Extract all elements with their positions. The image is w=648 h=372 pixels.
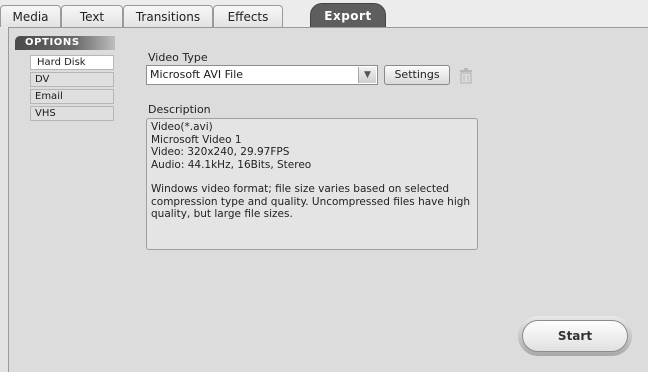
description-paragraph: Windows video format; file size varies b…	[151, 183, 471, 220]
description-line: Audio: 44.1kHz, 16Bits, Stereo	[151, 158, 312, 171]
start-label: Start	[522, 320, 628, 352]
description-line: Video: 320x240, 29.97FPS	[151, 146, 290, 158]
start-button[interactable]: Start	[518, 316, 632, 356]
chevron-down-icon[interactable]: ▼	[358, 67, 376, 83]
description-line: Video(*.avi)	[151, 121, 213, 133]
option-hard-disk[interactable]: Hard Disk	[30, 55, 114, 70]
video-type-value: Microsoft AVI File	[150, 68, 244, 81]
video-type-label: Video Type	[148, 51, 208, 64]
options-header: OPTIONS	[15, 36, 115, 50]
video-type-select[interactable]: Microsoft AVI File ▼	[146, 65, 378, 85]
option-vhs[interactable]: VHS	[30, 106, 114, 121]
option-email[interactable]: Email	[30, 89, 114, 104]
tab-effects[interactable]: Effects	[213, 5, 283, 27]
settings-button[interactable]: Settings	[384, 65, 450, 85]
description-line: Microsoft Video 1	[151, 133, 242, 146]
tab-transitions[interactable]: Transitions	[123, 5, 213, 27]
tab-media[interactable]: Media	[0, 5, 61, 27]
description-label: Description	[148, 103, 211, 116]
description-box: Video(*.avi) Microsoft Video 1 Video: 32…	[146, 118, 478, 250]
tab-export[interactable]: Export	[310, 3, 386, 28]
option-dv[interactable]: DV	[30, 72, 114, 87]
tab-text[interactable]: Text	[61, 5, 123, 27]
trash-icon[interactable]	[459, 68, 473, 84]
tab-bar: Media Text Transitions Effects Export	[0, 0, 648, 28]
